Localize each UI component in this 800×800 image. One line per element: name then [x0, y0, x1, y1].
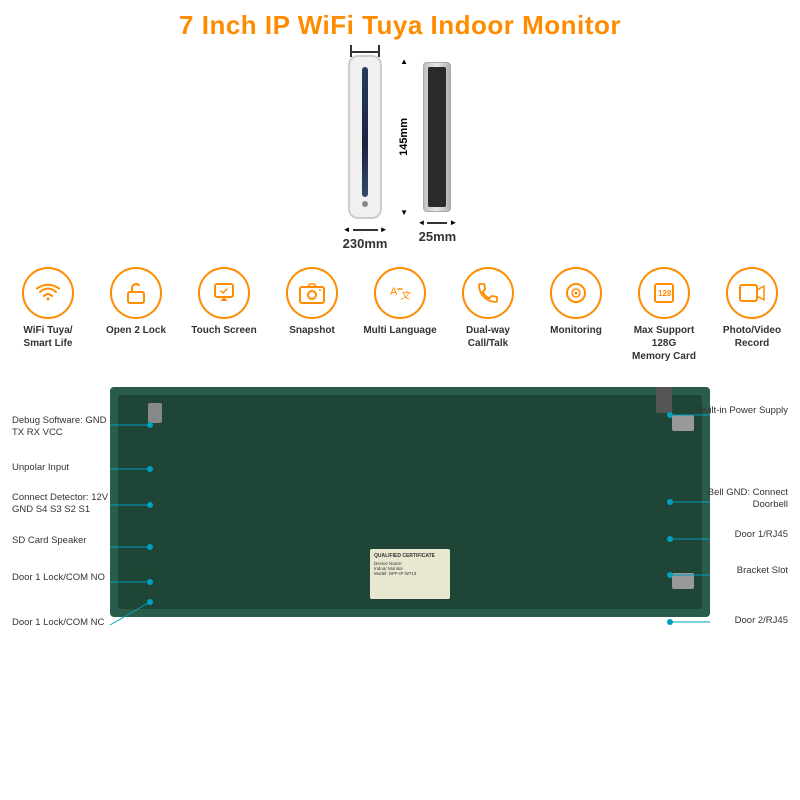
monitor-side-inner [428, 67, 446, 207]
speaker-hole [160, 585, 164, 589]
feature-memory: 128 Max Support 128GMemory Card [626, 267, 702, 363]
label-bracket: Bracket Slot [737, 565, 788, 577]
monitor-icon [550, 267, 602, 319]
arrow-left-tip: ◄ [343, 225, 351, 234]
memory-icon: 128 [638, 267, 690, 319]
depth-arrow-h: ◄ ► [417, 218, 457, 227]
speaker-hole [160, 569, 164, 573]
feature-snapshot: Snapshot [274, 267, 350, 337]
feature-call: Dual-wayCall/Talk [450, 267, 526, 350]
pcb-certificate: QUALIFIED CERTIFICATE Device Name:Indoor… [370, 549, 450, 599]
wifi-icon [22, 267, 74, 319]
feature-language-label: Multi Language [363, 324, 436, 337]
label-door2-rj45: Door 2/RJ45 [735, 615, 788, 627]
pcb-inner: QUALIFIED CERTIFICATE Device Name:Indoor… [118, 395, 702, 609]
feature-language: A 文 Multi Language [362, 267, 438, 337]
feature-call-label: Dual-wayCall/Talk [466, 324, 510, 350]
touch-icon [198, 267, 250, 319]
arrow-h-line [353, 229, 378, 231]
pcb-board: QUALIFIED CERTIFICATE Device Name:Indoor… [110, 387, 710, 617]
pcb-speaker-holes [128, 569, 164, 589]
height-label: 145mm [398, 118, 410, 156]
feature-video-label: Photo/VideoRecord [723, 324, 781, 350]
depth-line [427, 222, 447, 224]
speaker-hole [128, 569, 132, 573]
page-title: 7 Inch IP WiFi Tuya Indoor Monitor [0, 0, 800, 47]
label-detector: Connect Detector: 12V GND S4 S3 S2 S1 [12, 492, 112, 517]
speaker-hole [128, 577, 132, 581]
monitor-side [423, 62, 451, 212]
lock-icon [110, 267, 162, 319]
label-power: Built-in Power Supply [698, 405, 788, 417]
top-bracket-right [378, 45, 380, 57]
svg-text:128: 128 [658, 289, 672, 298]
label-unpolar: Unpolar Input [12, 462, 69, 474]
speaker-hole [152, 569, 156, 573]
pcb-connector-top [148, 403, 162, 423]
arrow-tip-up: ▲ [400, 57, 408, 66]
top-bracket-line [350, 51, 380, 53]
monitor-front: ▣📶🔋 09:28 2024/04/27 👤 🔔 ⚙ ▲ 145mm ▼ [348, 55, 382, 219]
depth-right-tip: ► [449, 218, 457, 227]
feature-monitor-label: Monitoring [550, 324, 602, 337]
label-lock-no: Door 1 Lock/COM NO [12, 572, 105, 584]
arrow-right-tip: ► [380, 225, 388, 234]
depth-arrow: ◄ ► 25mm [417, 218, 457, 244]
label-sd-speaker: SD Card Speaker [12, 535, 86, 547]
speaker-hole [144, 577, 148, 581]
label-lock-nc: Door 1 Lock/COM NC [12, 617, 104, 629]
pcb-rj45-2 [672, 573, 694, 589]
feature-video: Photo/VideoRecord [714, 267, 790, 350]
width-arrow: ◄ ► 230mm [343, 225, 388, 251]
language-icon: A 文 [374, 267, 426, 319]
pcb-power-connector [656, 387, 672, 413]
label-debug: Debug Software: GND TX RX VCC [12, 415, 112, 440]
features-section: WiFi Tuya/Smart Life Open 2 Lock Touch S… [0, 259, 800, 367]
feature-wifi: WiFi Tuya/Smart Life [10, 267, 86, 350]
pcb-section: QUALIFIED CERTIFICATE Device Name:Indoor… [10, 367, 790, 627]
video-icon [726, 267, 778, 319]
speaker-hole [136, 585, 140, 589]
svg-text:文: 文 [400, 290, 412, 302]
depth-left-tip: ◄ [417, 218, 425, 227]
snapshot-icon [286, 267, 338, 319]
speaker-hole [160, 577, 164, 581]
feature-lock-label: Open 2 Lock [106, 324, 166, 337]
width-label: 230mm [343, 236, 388, 251]
speaker-hole [144, 585, 148, 589]
speaker-hole [128, 585, 132, 589]
speaker-hole [144, 569, 148, 573]
label-door1-rj45: Door 1/RJ45 [735, 529, 788, 541]
call-icon [462, 267, 514, 319]
monitor-dot [362, 201, 368, 207]
pcb-rj45-1 [672, 415, 694, 431]
feature-monitor: Monitoring [538, 267, 614, 337]
side-monitor-wrapper: ◄ ► 25mm [417, 62, 457, 244]
feature-wifi-label: WiFi Tuya/Smart Life [23, 324, 72, 350]
top-bracket-left [350, 45, 352, 57]
monitor-screen: ▣📶🔋 09:28 2024/04/27 👤 🔔 ⚙ [362, 67, 368, 197]
feature-touch: Touch Screen [186, 267, 262, 337]
speaker-hole [152, 585, 156, 589]
arrow-tip-down: ▼ [400, 208, 408, 217]
label-bell: Bell GND: Connect Doorbell [688, 487, 788, 512]
dim-arrow-horizontal: ◄ ► [343, 225, 388, 234]
feature-touch-label: Touch Screen [191, 324, 256, 337]
dimensions-section: ▣📶🔋 09:28 2024/04/27 👤 🔔 ⚙ ▲ 145mm ▼ [0, 47, 800, 259]
speaker-hole [136, 569, 140, 573]
feature-snapshot-label: Snapshot [289, 324, 335, 337]
feature-lock: Open 2 Lock [98, 267, 174, 337]
depth-label: 25mm [417, 229, 457, 244]
svg-text:A: A [390, 286, 398, 298]
speaker-hole [152, 577, 156, 581]
feature-memory-label: Max Support 128GMemory Card [626, 324, 702, 363]
speaker-hole [136, 577, 140, 581]
